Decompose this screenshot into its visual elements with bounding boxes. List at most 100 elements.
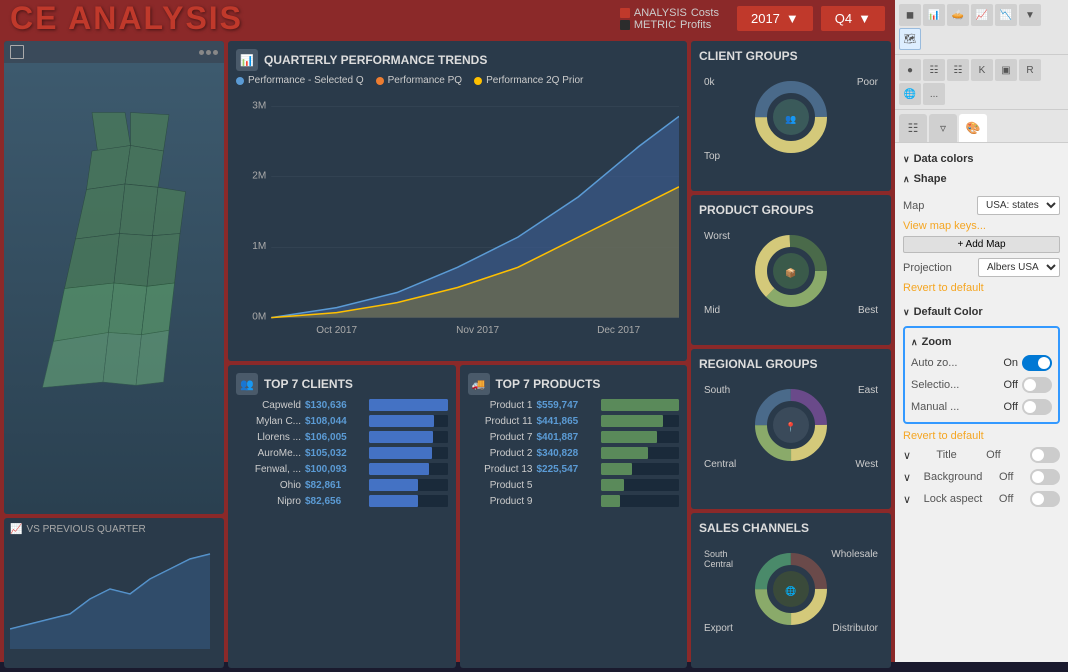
regional-label-central: Central [704,459,736,470]
client-row-0: Capweld $130,636 [236,399,448,411]
r-icon[interactable]: R [1019,59,1041,81]
bar-icon[interactable]: 📉 [995,4,1017,26]
leg-gold: Performance 2Q Prior [474,75,583,86]
shape-chevron [903,174,910,185]
lock-aspect-status: Off [999,493,1013,505]
table-icon[interactable]: ☷ [923,59,945,81]
svg-text:0M: 0M [252,312,266,323]
revert-default2-link[interactable]: Revert to default [903,430,984,442]
state-shape [120,184,159,236]
page-title: CE ANALYSIS [10,0,243,37]
format-tabs: ☷ ▿ 🎨 [895,110,1068,143]
shape-label: Shape [914,173,947,185]
title-chevron [903,449,911,462]
shape-header[interactable]: Shape [903,169,1060,189]
year-dropdown[interactable]: 2017 ▼ [737,6,813,31]
line-icon[interactable]: 📈 [971,4,993,26]
card-icon[interactable]: ▣ [995,59,1017,81]
scatter-icon[interactable]: ● [899,59,921,81]
dot-2 [206,50,211,55]
prod-bar-fill-6 [601,495,621,507]
sales-channels-panel: SALES CHANNELS SouthCentral 🌐 Export Who… [691,513,891,668]
bottom-panels: 👥 TOP 7 CLIENTS Capweld $130,636 Mylan C… [228,365,687,668]
data-colors-header[interactable]: Data colors [903,149,1060,169]
header: CE ANALYSIS ANALYSIS Costs METRIC Profit… [0,0,895,37]
prod-bar-track-1 [601,415,680,427]
manual-label: Manual ... [911,401,1004,413]
add-map-button[interactable]: + Add Map [903,236,1060,253]
background-toggle[interactable] [1030,469,1060,485]
client-row-4: Fenwal, ... $100,093 [236,463,448,475]
more-icon[interactable]: ... [923,83,945,105]
sales-label-wholesale: Wholesale [831,549,878,560]
bar-fill-1 [369,415,434,427]
regional-donut-container: South 📍 Central East West [699,375,883,475]
view-map-keys-link[interactable]: View map keys... [903,220,986,232]
matrix-icon[interactable]: ☷ [947,59,969,81]
svg-text:3M: 3M [252,100,266,111]
selection-label: Selectio... [911,379,1004,391]
product-row-3: Product 2 $340,828 [468,447,680,459]
zoom-section: Zoom Auto zo... On Selectio... Off Manua… [903,326,1060,424]
prod-bar-track-5 [601,479,680,491]
zoom-header[interactable]: Zoom [911,332,1052,352]
products-panel: 🚚 TOP 7 PRODUCTS Product 1 $559,747 Prod… [460,365,688,668]
bar-fill-0 [369,399,448,411]
selection-toggle[interactable] [1022,377,1052,393]
data-colors-chevron [903,154,910,165]
leg-dot-gold [474,77,482,85]
kpi-icon[interactable]: K [971,59,993,81]
leg-dot-orange [376,77,384,85]
products-title: 🚚 TOP 7 PRODUCTS [468,373,680,395]
globe-icon[interactable]: 🌐 [899,83,921,105]
client-groups-title: CLIENT GROUPS [699,49,883,63]
lock-aspect-chevron [903,493,911,506]
manual-toggle[interactable] [1022,399,1052,415]
svg-text:Nov 2017: Nov 2017 [456,325,499,336]
revert-default-link[interactable]: Revert to default [903,282,984,294]
state-shape [76,184,126,239]
pie-icon[interactable]: 🥧 [947,4,969,26]
funnel-icon[interactable]: ▼ [1019,4,1041,26]
title-toggle[interactable] [1030,447,1060,463]
tab-fields[interactable]: ☷ [899,114,927,142]
map-container[interactable] [4,41,224,514]
map-svg [4,63,224,514]
background-chevron [903,471,911,484]
tab-format[interactable]: 🎨 [959,114,987,142]
metric-row: METRIC Profits [620,19,719,31]
state-shape [147,234,180,287]
map-icon[interactable]: 🗺 [899,28,921,50]
state-shape-south [43,333,109,388]
state-shape [65,234,120,289]
product-row-5: Product 5 [468,479,680,491]
center-panel: 📊 QUARTERLY PERFORMANCE TRENDS Performan… [228,41,687,668]
prod-bar-fill-3 [601,447,649,459]
auto-zoom-toggle[interactable] [1022,355,1052,371]
prod-bar-track-0 [601,399,680,411]
client-donut-container: 0k 👥 Top Poor [699,67,883,167]
lock-aspect-toggle[interactable] [1030,491,1060,507]
tab-filter[interactable]: ▿ [929,114,957,142]
map-svg-area [4,63,224,514]
map-select[interactable]: USA: states [977,196,1060,215]
quarter-dropdown[interactable]: Q4 ▼ [821,6,885,31]
default-color-header[interactable]: Default Color [903,302,1060,322]
bar-fill-4 [369,463,429,475]
data-colors-label: Data colors [914,153,974,165]
product-row-6: Product 9 [468,495,680,507]
visualizations-icon[interactable]: ◼ [899,4,921,26]
product-groups-panel: PRODUCT GROUPS Worst 📦 Mid Best [691,195,891,345]
sales-donut-container: SouthCentral 🌐 Export Wholesale Distribu… [699,539,883,639]
manual-status: Off [1004,401,1018,413]
chart-icon[interactable]: 📊 [923,4,945,26]
analysis-row: ANALYSIS Costs [620,7,719,19]
metric-label: METRIC [634,19,676,31]
state-shape-mid [109,283,148,335]
prod-bar-track-4 [601,463,680,475]
client-row-3: AuroMe... $105,032 [236,447,448,459]
analysis-metric: ANALYSIS Costs METRIC Profits [620,7,719,31]
projection-select[interactable]: Albers USA [978,258,1060,277]
default-color-chevron [903,307,910,318]
title-label: Title [936,449,956,461]
